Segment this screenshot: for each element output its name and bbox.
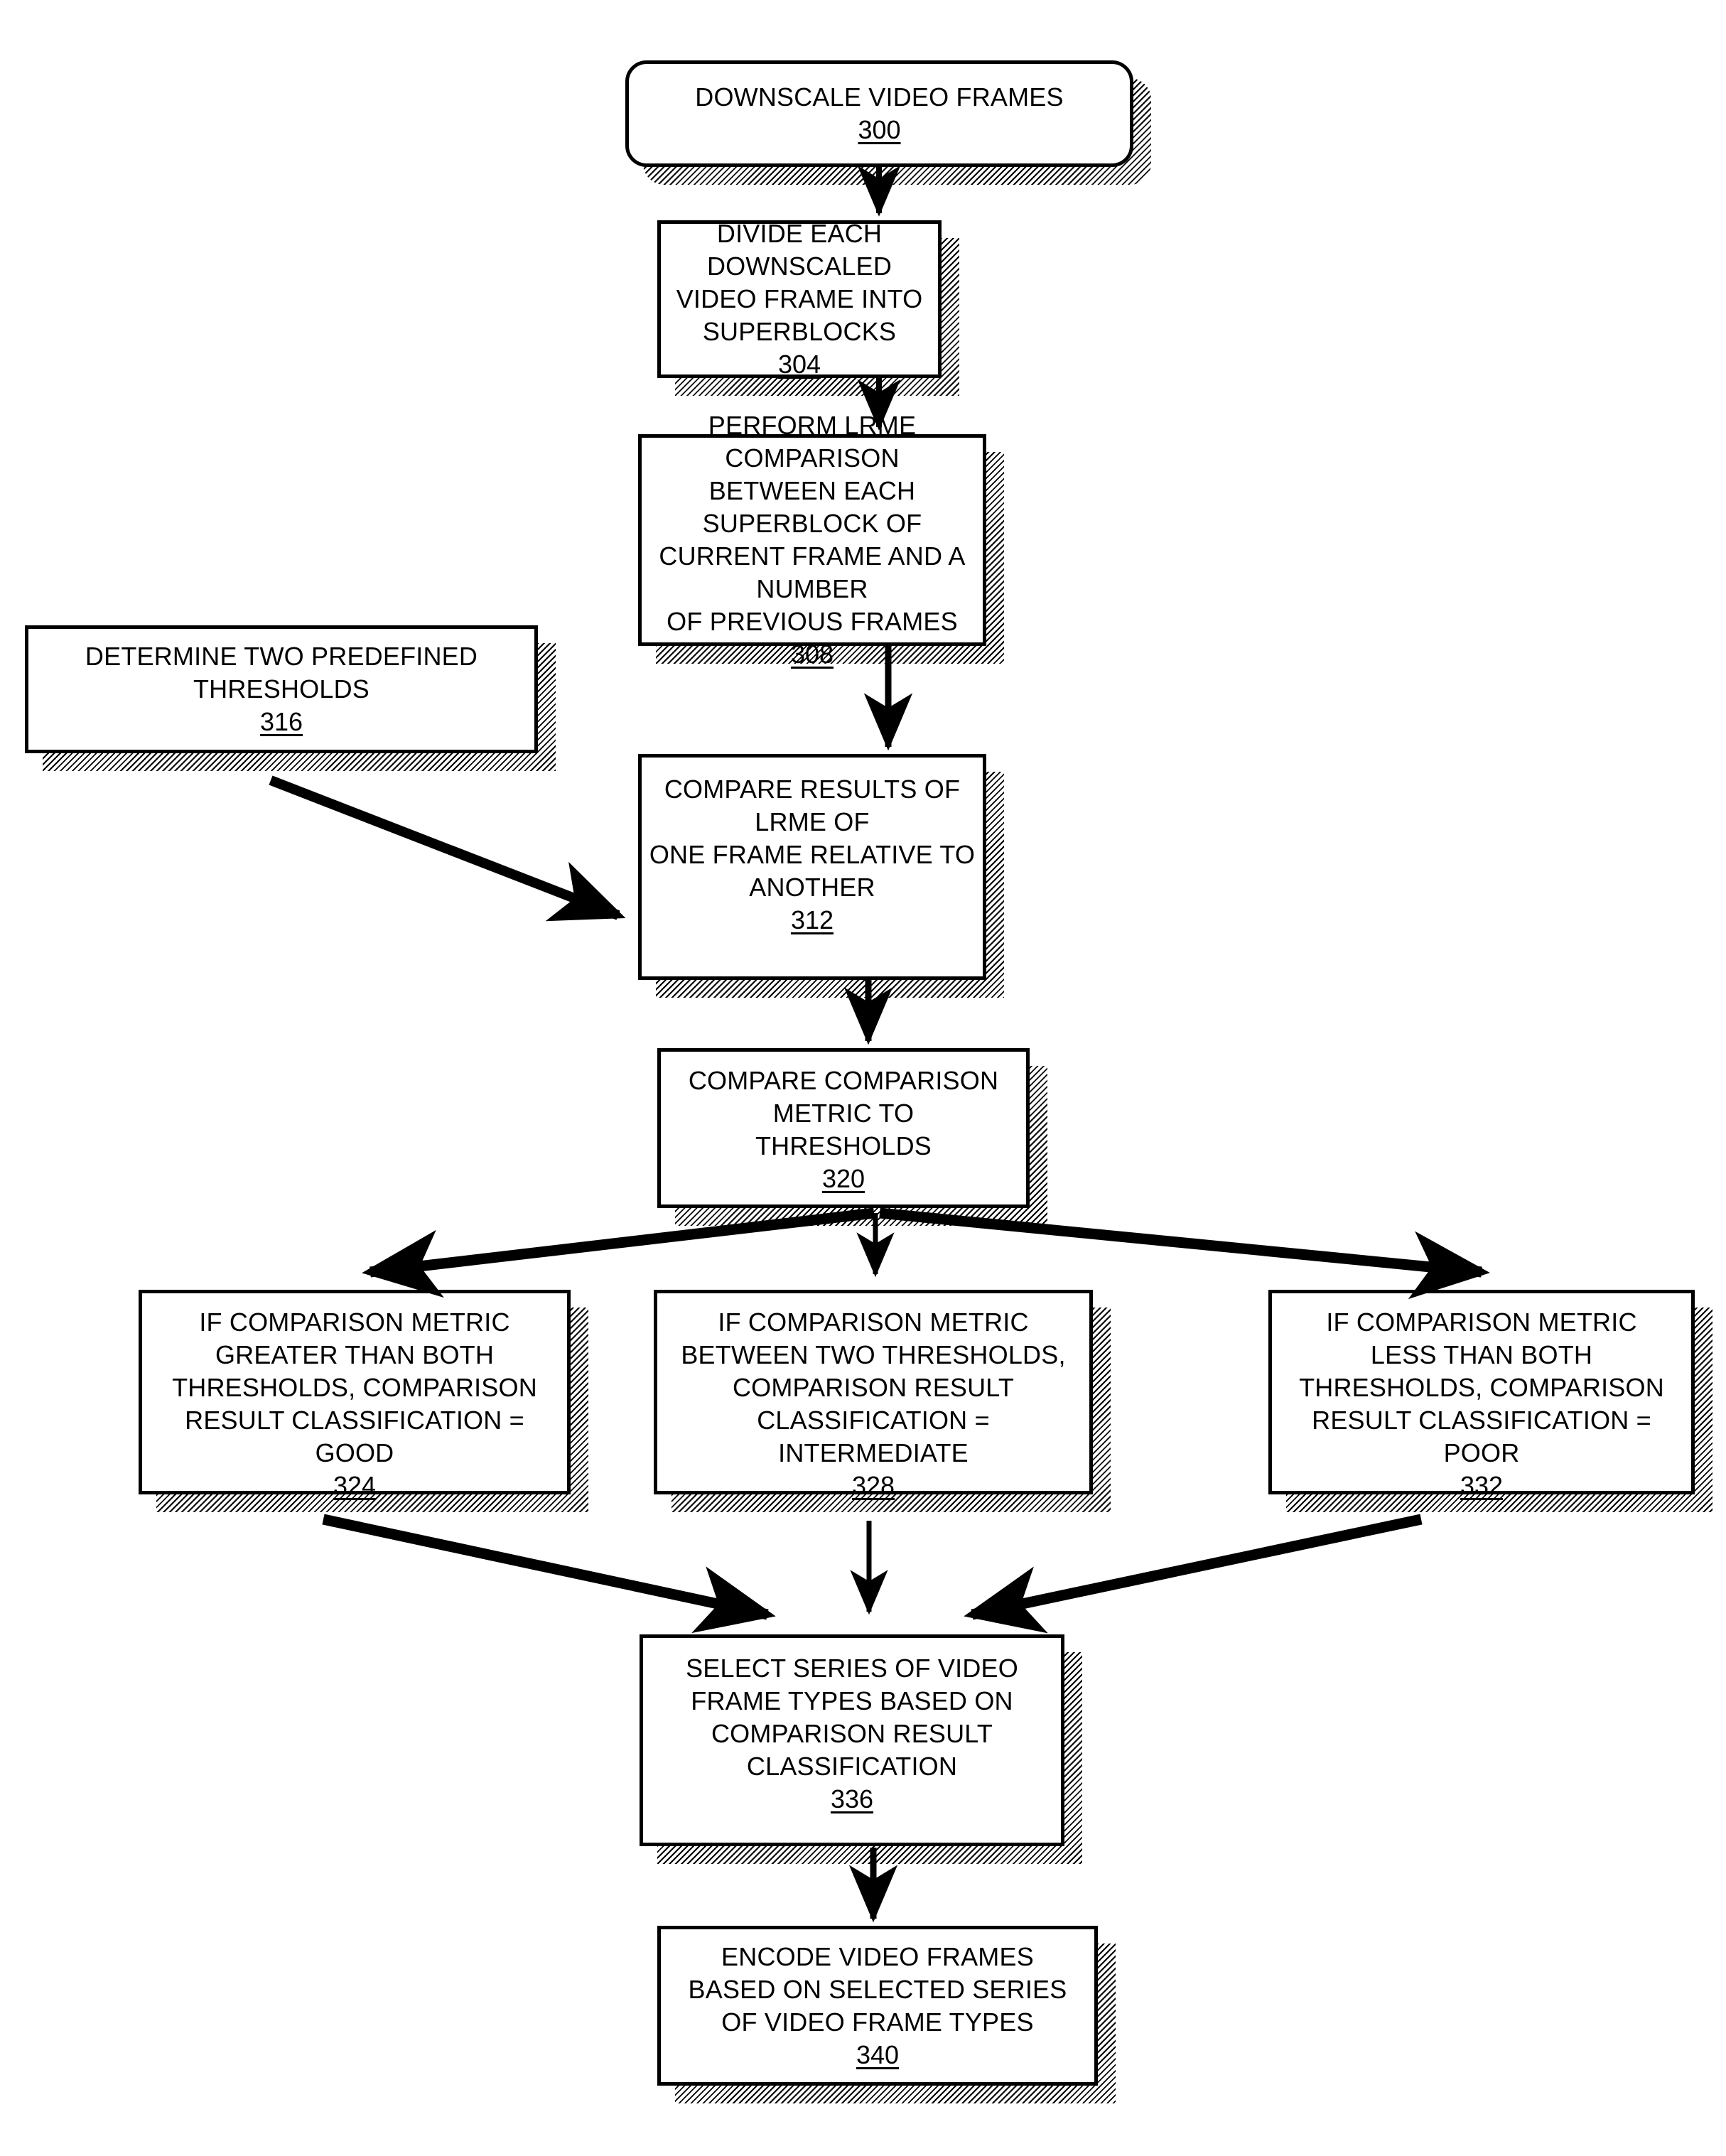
node-320-ref: 320 bbox=[821, 1164, 865, 1193]
node-308-label: PERFORM LRME COMPARISON BETWEEN EACH SUP… bbox=[659, 411, 966, 636]
node-340-label: ENCODE VIDEO FRAMES BASED ON SELECTED SE… bbox=[688, 1941, 1067, 2037]
node-select-frame-types[interactable]: SELECT SERIES OF VIDEO FRAME TYPES BASED… bbox=[640, 1634, 1064, 1846]
node-classification-intermediate[interactable]: IF COMPARISON METRIC BETWEEN TWO THRESHO… bbox=[654, 1290, 1093, 1500]
node-328-ref: 328 bbox=[851, 1471, 895, 1500]
node-304-label: DIVIDE EACH DOWNSCALED VIDEO FRAME INTO … bbox=[676, 219, 923, 346]
node-336-label: SELECT SERIES OF VIDEO FRAME TYPES BASED… bbox=[686, 1654, 1018, 1781]
node-perform-lrme-comparison[interactable]: PERFORM LRME COMPARISON BETWEEN EACH SUP… bbox=[638, 411, 986, 669]
node-divide-into-superblocks[interactable]: DIVIDE EACH DOWNSCALED VIDEO FRAME INTO … bbox=[657, 219, 942, 379]
node-304-ref: 304 bbox=[777, 350, 821, 379]
node-328-label: IF COMPARISON METRIC BETWEEN TWO THRESHO… bbox=[681, 1308, 1066, 1467]
node-316-label: DETERMINE TWO PREDEFINED THRESHOLDS bbox=[85, 642, 478, 704]
node-determine-two-thresholds[interactable]: DETERMINE TWO PREDEFINED THRESHOLDS 316 bbox=[25, 625, 538, 753]
node-compare-lrme-results[interactable]: COMPARE RESULTS OF LRME OF ONE FRAME REL… bbox=[638, 754, 986, 980]
node-324-label: IF COMPARISON METRIC GREATER THAN BOTH T… bbox=[172, 1308, 537, 1467]
node-classification-poor[interactable]: IF COMPARISON METRIC LESS THAN BOTH THRE… bbox=[1268, 1290, 1695, 1500]
node-classification-good[interactable]: IF COMPARISON METRIC GREATER THAN BOTH T… bbox=[139, 1290, 571, 1500]
node-332-ref: 332 bbox=[1460, 1471, 1504, 1500]
edge-324-to-336 bbox=[322, 1514, 776, 1634]
flowchart-canvas: DOWNSCALE VIDEO FRAMES 300 DIVIDE EACH D… bbox=[0, 0, 1726, 2156]
node-300-label: DOWNSCALE VIDEO FRAMES bbox=[695, 82, 1064, 112]
node-compare-metric-to-thresholds[interactable]: COMPARE COMPARISON METRIC TO THRESHOLDS … bbox=[657, 1048, 1030, 1208]
node-308-ref: 308 bbox=[790, 640, 834, 669]
edge-316-to-312 bbox=[269, 775, 626, 922]
node-downscale-video-frames[interactable]: DOWNSCALE VIDEO FRAMES 300 bbox=[625, 60, 1133, 167]
node-340-ref: 340 bbox=[856, 2039, 900, 2069]
node-312-ref: 312 bbox=[790, 905, 834, 934]
node-324-ref: 324 bbox=[333, 1471, 377, 1500]
node-336-ref: 336 bbox=[830, 1784, 874, 1813]
edge-332-to-336 bbox=[964, 1514, 1423, 1634]
node-300-ref: 300 bbox=[858, 115, 901, 144]
node-312-label: COMPARE RESULTS OF LRME OF ONE FRAME REL… bbox=[649, 775, 976, 902]
node-316-ref: 316 bbox=[259, 707, 303, 736]
node-encode-video-frames[interactable]: ENCODE VIDEO FRAMES BASED ON SELECTED SE… bbox=[657, 1926, 1098, 2086]
node-332-label: IF COMPARISON METRIC LESS THAN BOTH THRE… bbox=[1299, 1308, 1664, 1467]
node-320-label: COMPARE COMPARISON METRIC TO THRESHOLDS bbox=[688, 1066, 999, 1160]
